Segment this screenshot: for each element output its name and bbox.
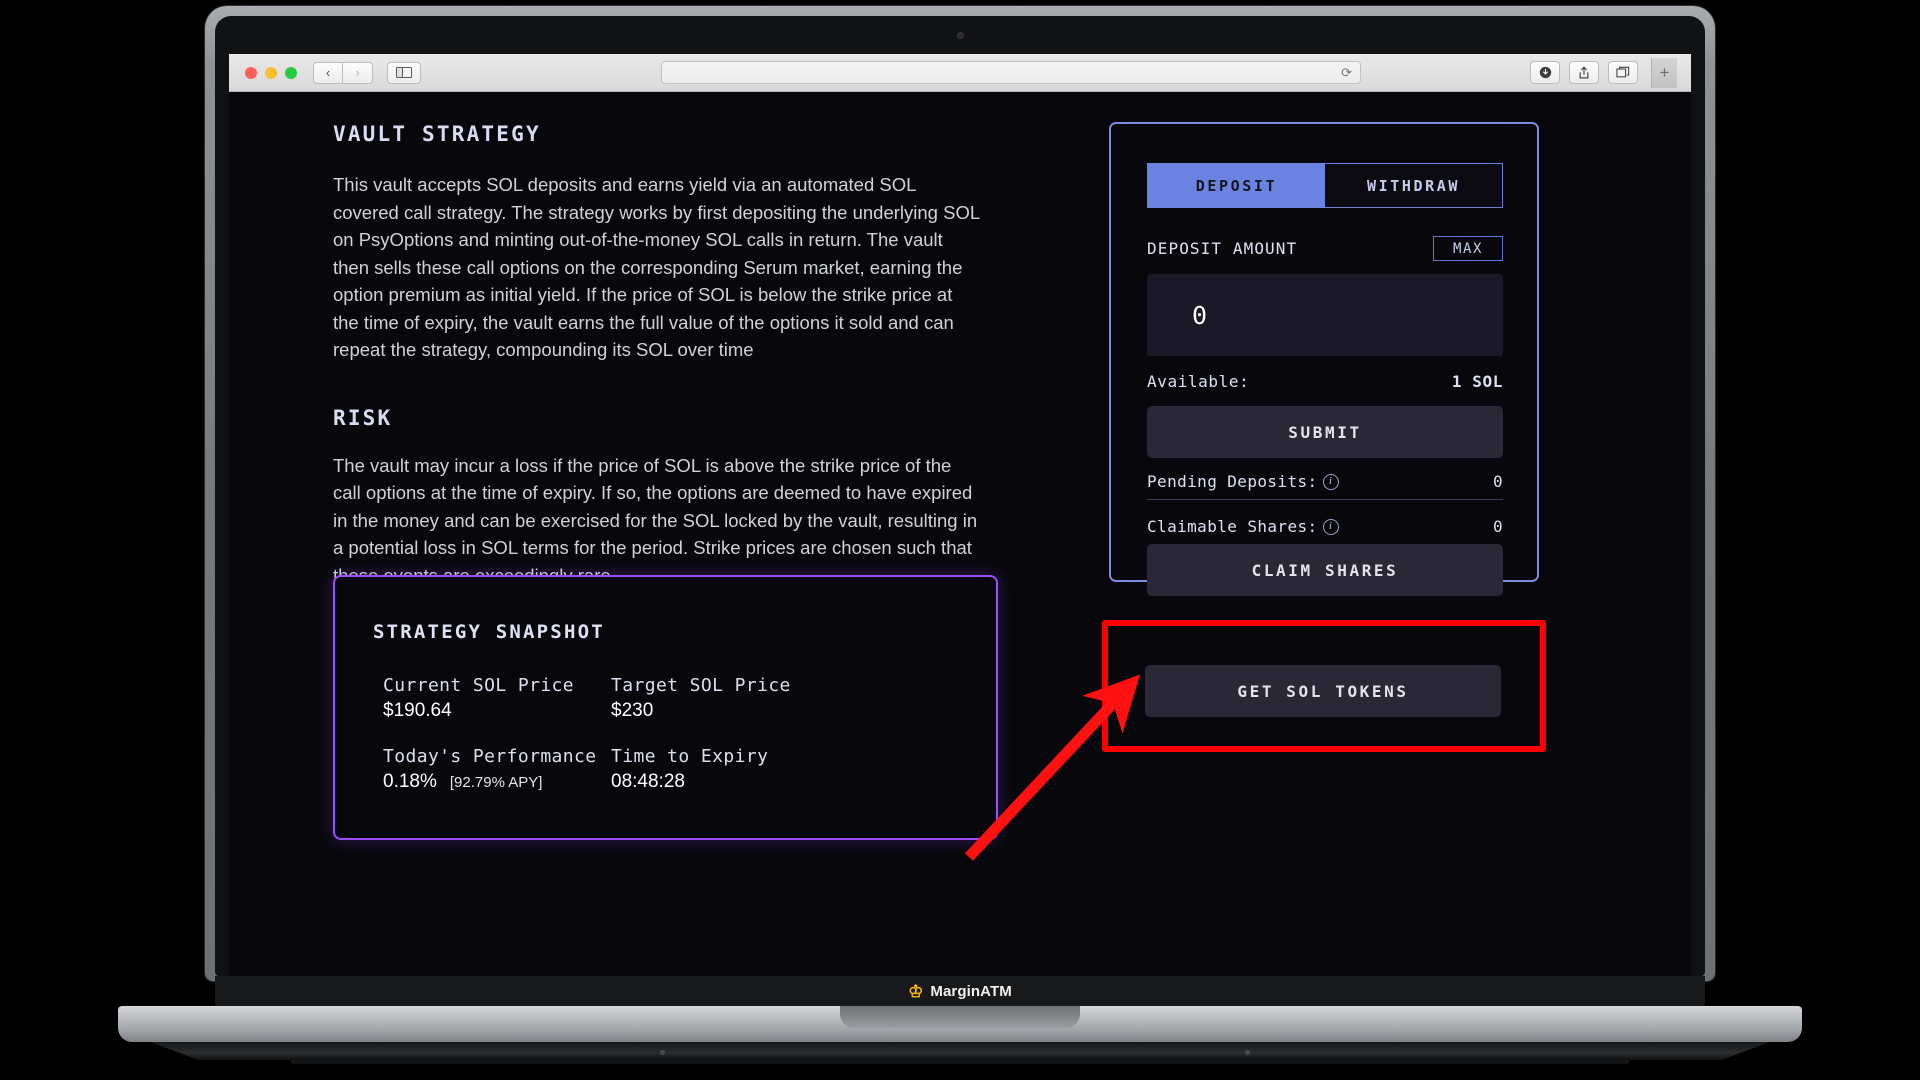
download-icon <box>1539 66 1551 79</box>
window-controls <box>245 66 297 79</box>
back-button[interactable]: ‹ <box>313 61 343 84</box>
tab-deposit[interactable]: DEPOSIT <box>1148 164 1325 207</box>
todays-performance-value: 0.18% <box>383 771 437 792</box>
vault-action-panel: DEPOSIT WITHDRAW DEPOSIT AMOUNT MAX 0 Av… <box>1109 122 1539 596</box>
annotation-highlight-box <box>1102 620 1546 752</box>
risk-section: RISK The vault may incur a loss if the p… <box>333 406 998 590</box>
deposit-withdraw-tabs: DEPOSIT WITHDRAW <box>1147 163 1503 208</box>
close-window-button[interactable] <box>245 66 257 79</box>
target-sol-price-label: Target SOL Price <box>611 675 791 696</box>
available-value: 1 SOL <box>1451 372 1503 391</box>
toolbar-right-buttons: + <box>1530 57 1681 88</box>
show-tabs-button[interactable] <box>1608 61 1638 84</box>
todays-performance-label: Today's Performance <box>383 746 597 767</box>
sidebar-icon <box>396 67 412 78</box>
reload-icon[interactable]: ⟳ <box>1341 66 1352 79</box>
risk-heading: RISK <box>333 405 393 430</box>
chevron-left-icon: ‹ <box>325 65 331 80</box>
max-button[interactable]: MAX <box>1433 236 1503 261</box>
pending-deposits-value: 0 <box>1492 472 1503 491</box>
claimable-shares-row: Claimable Shares: i 0 <box>1147 517 1503 536</box>
deposit-amount-label: DEPOSIT AMOUNT <box>1147 239 1298 258</box>
submit-button[interactable]: SUBMIT <box>1147 406 1503 458</box>
laptop-trackpad-notch <box>840 1006 1080 1028</box>
page-body: VAULT STRATEGY This vault accepts SOL de… <box>229 92 1691 976</box>
laptop-foot-dot-left <box>660 1050 665 1055</box>
sidebar-toggle-button[interactable] <box>387 61 421 84</box>
time-to-expiry-value: 08:48:28 <box>611 771 685 792</box>
strategy-snapshot-card: STRATEGY SNAPSHOT Current SOL Price $190… <box>333 575 998 840</box>
tabs-icon <box>1616 66 1630 78</box>
minimize-window-button[interactable] <box>265 66 277 79</box>
snapshot-target-price: Target SOL Price $230 <box>611 675 996 722</box>
snapshot-title: STRATEGY SNAPSHOT <box>373 621 605 643</box>
crown-icon: ♔ <box>908 981 924 1001</box>
tab-withdraw[interactable]: WITHDRAW <box>1325 164 1502 207</box>
deposit-amount-row: DEPOSIT AMOUNT MAX <box>1147 236 1503 261</box>
address-bar[interactable]: ⟳ <box>661 61 1361 84</box>
maximize-window-button[interactable] <box>285 66 297 79</box>
available-balance-row: Available: 1 SOL <box>1147 372 1503 391</box>
stats-divider <box>1147 499 1503 500</box>
pending-deposits-label: Pending Deposits: <box>1147 472 1318 491</box>
claimable-shares-info-icon[interactable]: i <box>1322 518 1339 535</box>
snapshot-grid: Current SOL Price $190.64 Target SOL Pri… <box>383 675 996 793</box>
todays-performance-apy: [92.79% APY] <box>449 774 543 791</box>
laptop-shadow-bar <box>290 1058 1630 1064</box>
snapshot-current-price: Current SOL Price $190.64 <box>383 675 611 722</box>
laptop-foot-dot-right <box>1245 1050 1250 1055</box>
current-sol-price-value: $190.64 <box>383 700 452 721</box>
plus-icon: + <box>1659 62 1670 82</box>
left-column: VAULT STRATEGY This vault accepts SOL de… <box>333 122 998 589</box>
pending-deposits-info-icon[interactable]: i <box>1322 473 1339 490</box>
current-sol-price-label: Current SOL Price <box>383 675 575 696</box>
risk-paragraph: The vault may incur a loss if the price … <box>333 454 978 586</box>
laptop-screen: ‹ › ⟳ + VAULT STRATEGY This vault accept… <box>229 54 1691 976</box>
vault-strategy-heading: VAULT STRATEGY <box>333 122 541 146</box>
available-label: Available: <box>1147 372 1250 391</box>
deposit-amount-value: 0 <box>1192 300 1208 330</box>
snapshot-todays-performance: Today's Performance 0.18% [92.79% APY] <box>383 746 611 793</box>
downloads-button[interactable] <box>1530 61 1560 84</box>
webcam-icon <box>957 32 964 39</box>
new-tab-button[interactable]: + <box>1651 57 1677 88</box>
screenshot-stage: ‹ › ⟳ + VAULT STRATEGY This vault accept… <box>0 0 1920 1080</box>
claimable-shares-value: 0 <box>1492 517 1503 536</box>
deposit-amount-input[interactable]: 0 <box>1147 274 1503 356</box>
navigation-buttons: ‹ › <box>313 61 373 84</box>
forward-button[interactable]: › <box>343 61 373 84</box>
share-button[interactable] <box>1569 61 1599 84</box>
vault-strategy-paragraph: This vault accepts SOL deposits and earn… <box>333 174 980 360</box>
laptop-brand-strip: ♔ MarginATM <box>215 976 1705 1006</box>
pending-deposits-row: Pending Deposits: i 0 <box>1147 472 1503 491</box>
snapshot-time-to-expiry: Time to Expiry 08:48:28 <box>611 746 996 793</box>
brand-label: MarginATM <box>930 982 1012 1000</box>
claimable-shares-label: Claimable Shares: <box>1147 517 1318 536</box>
share-icon <box>1579 66 1589 79</box>
time-to-expiry-label: Time to Expiry <box>611 746 769 767</box>
chevron-right-icon: › <box>355 65 360 80</box>
browser-toolbar: ‹ › ⟳ + <box>229 54 1691 92</box>
claim-shares-button[interactable]: CLAIM SHARES <box>1147 544 1503 596</box>
target-sol-price-value: $230 <box>611 700 654 721</box>
